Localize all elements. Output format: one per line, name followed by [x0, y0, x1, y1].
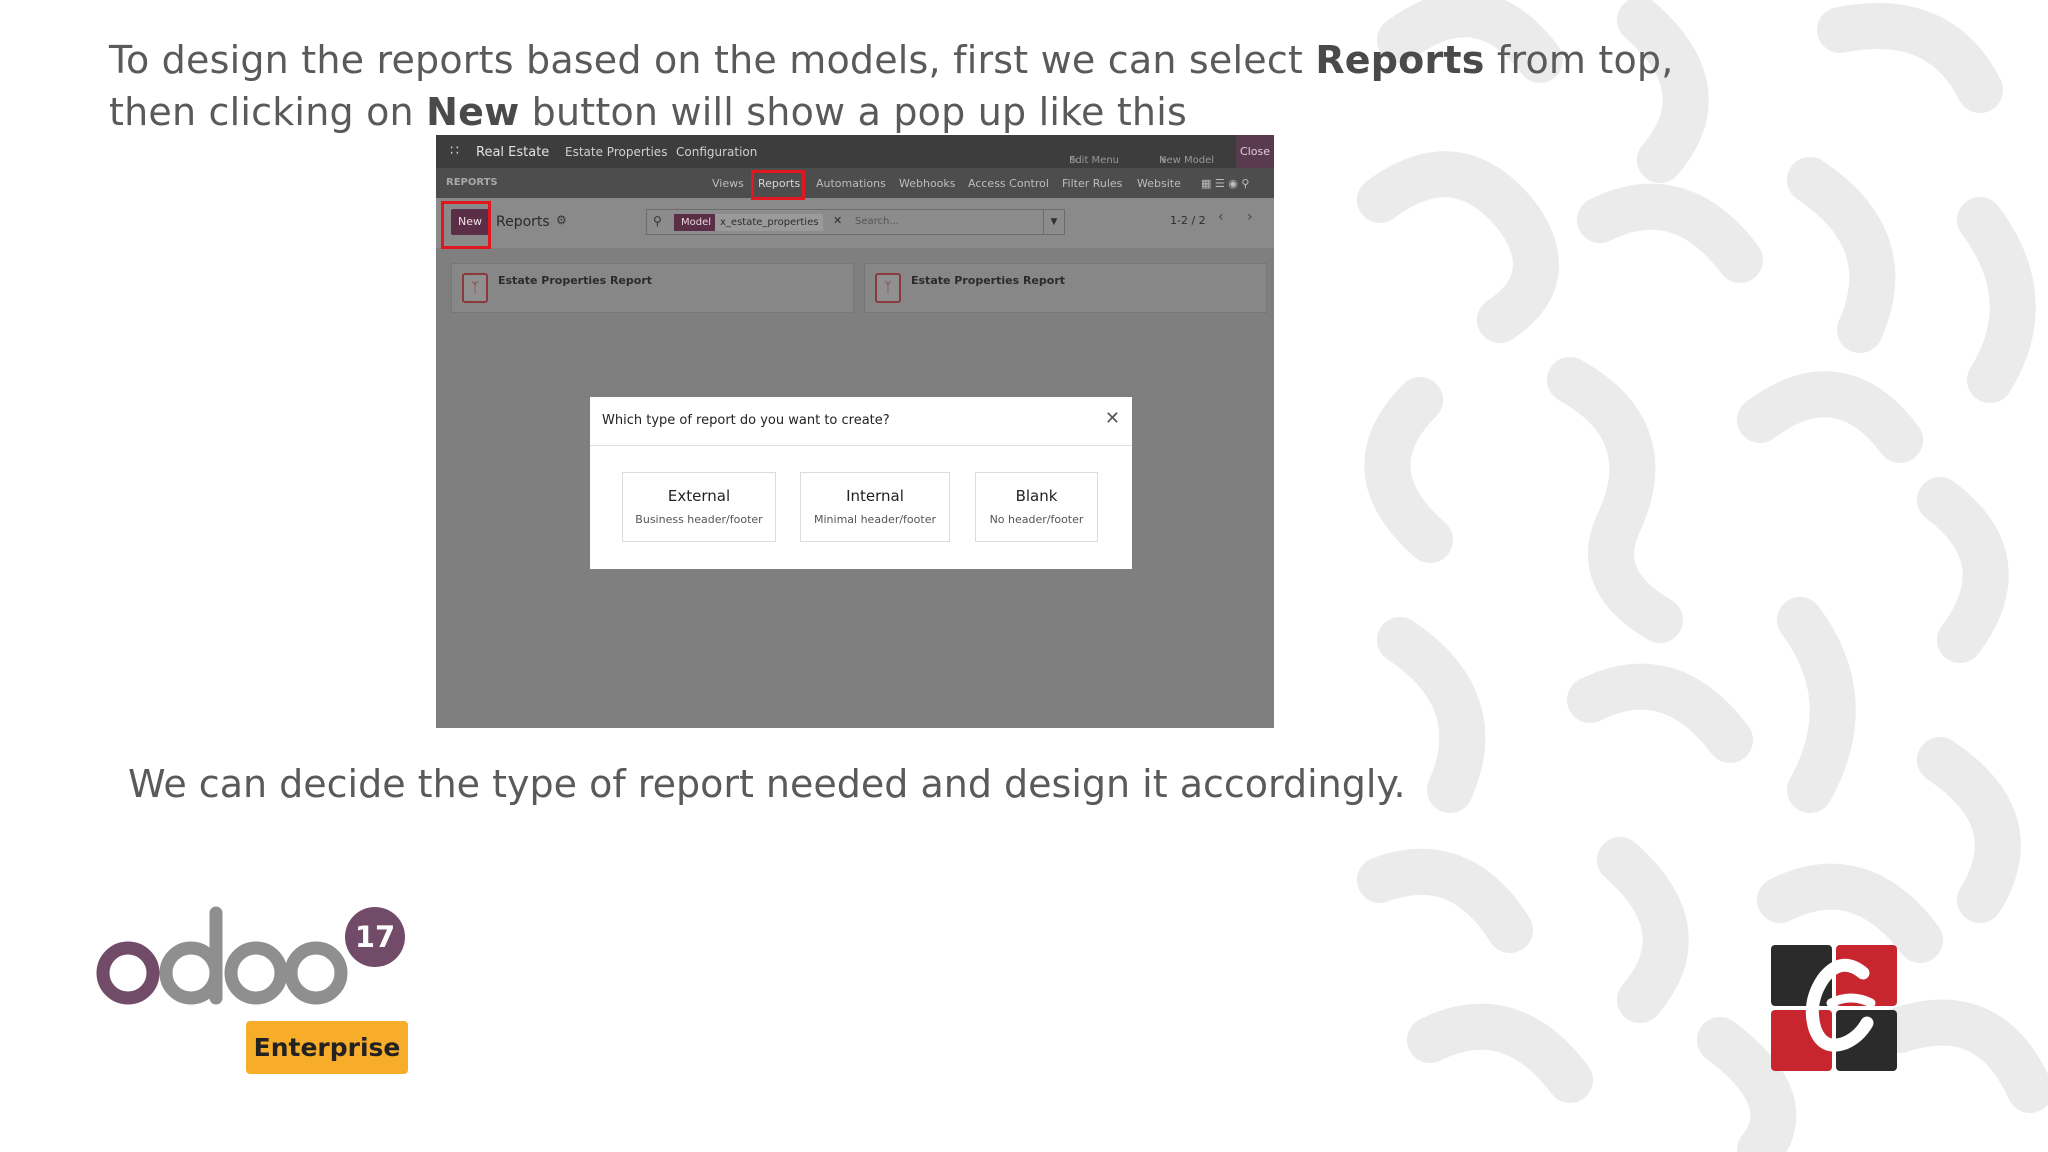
apps-grid-icon[interactable]: ∷ [450, 143, 459, 159]
top-navbar: ∷ Real Estate Estate Properties Configur… [436, 135, 1274, 168]
search-placeholder[interactable]: Search... [855, 216, 899, 227]
close-studio-button[interactable]: Close [1236, 135, 1274, 168]
intro-text-part: then clicking on [109, 90, 427, 134]
dialog-title: Which type of report do you want to crea… [602, 413, 890, 428]
tab-filter-rules[interactable]: Filter Rules [1062, 177, 1122, 190]
gear-icon[interactable]: ⚙ [556, 213, 567, 227]
report-card-title: Estate Properties Report [498, 274, 653, 287]
highlight-new-box [441, 201, 491, 249]
option-external[interactable]: External Business header/footer [622, 472, 776, 542]
option-title: External [667, 487, 731, 505]
intro-bold-reports: Reports [1315, 38, 1485, 82]
report-card[interactable]: ᛉ Estate Properties Report [864, 263, 1267, 313]
section-label: REPORTS [446, 177, 498, 188]
facet-value: x_estate_properties [715, 214, 824, 231]
pager-value[interactable]: 1-2 / 2 [1170, 214, 1206, 227]
option-internal[interactable]: Internal Minimal header/footer [800, 472, 950, 542]
report-card[interactable]: ᛉ Estate Properties Report [451, 263, 854, 313]
dialog-header: Which type of report do you want to crea… [590, 397, 1132, 446]
report-card-title: Estate Properties Report [911, 274, 1066, 287]
outro-text: We can decide the type of report needed … [128, 762, 1406, 806]
tab-automations[interactable]: Automations [816, 177, 886, 190]
intro-bold-new: New [426, 90, 520, 134]
intro-line-1: To design the reports based on the model… [109, 34, 1674, 86]
option-subtitle: Minimal header/footer [814, 513, 936, 526]
search-icon: ⚲ [653, 214, 662, 228]
odoo-screenshot: ∷ Real Estate Estate Properties Configur… [436, 135, 1274, 728]
remove-facet-icon[interactable]: ✕ [833, 214, 842, 227]
chevron-left-icon[interactable]: ‹ [1218, 209, 1224, 225]
menu-configuration[interactable]: Configuration [676, 145, 757, 159]
option-subtitle: Business header/footer [635, 513, 763, 526]
app-name[interactable]: Real Estate [476, 145, 549, 160]
intro-line-2: then clicking on New button will show a … [109, 86, 1674, 138]
menu-estate-properties[interactable]: Estate Properties [565, 145, 667, 159]
close-icon[interactable]: ✕ [1105, 408, 1120, 429]
tab-webhooks[interactable]: Webhooks [899, 177, 956, 190]
version-badge: 17 [345, 907, 405, 967]
search-bar[interactable]: ⚲ Model x_estate_properties ✕ Search... … [646, 209, 1065, 235]
tab-access-control[interactable]: Access Control [968, 177, 1049, 190]
edit-menu-label: Edit Menu [1069, 155, 1119, 166]
option-blank[interactable]: Blank No header/footer [975, 472, 1098, 542]
option-title: Blank [1015, 487, 1058, 505]
view-switcher-icons[interactable]: ▦ ☰ ◉ ⚲ [1201, 177, 1249, 190]
odoo-logo [96, 905, 356, 1019]
background-pattern [1340, 0, 2048, 1152]
new-model-label: New Model [1159, 155, 1215, 166]
studio-tabs-bar: REPORTS Views Reports Automations Webhoo… [436, 168, 1274, 198]
intro-text-part: To design the reports based on the model… [109, 38, 1316, 82]
intro-text: To design the reports based on the model… [109, 34, 1674, 138]
option-subtitle: No header/footer [989, 513, 1084, 526]
chevron-right-icon[interactable]: › [1247, 209, 1253, 225]
pdf-icon: ᛉ [875, 273, 901, 303]
chevron-down-icon[interactable]: ▼ [1043, 210, 1064, 234]
breadcrumb-title: Reports [496, 214, 550, 230]
tab-views[interactable]: Views [712, 177, 744, 190]
option-title: Internal [846, 487, 904, 505]
highlight-reports-box [751, 170, 805, 200]
intro-text-part: from top, [1484, 38, 1674, 82]
report-type-dialog: Which type of report do you want to crea… [590, 397, 1132, 569]
company-logo [1771, 945, 1897, 1075]
enterprise-badge: Enterprise [246, 1021, 408, 1074]
pdf-icon: ᛉ [462, 273, 488, 303]
tab-website[interactable]: Website [1137, 177, 1181, 190]
facet-key: Model [674, 214, 719, 231]
intro-text-part: button will show a pop up like this [519, 90, 1187, 134]
